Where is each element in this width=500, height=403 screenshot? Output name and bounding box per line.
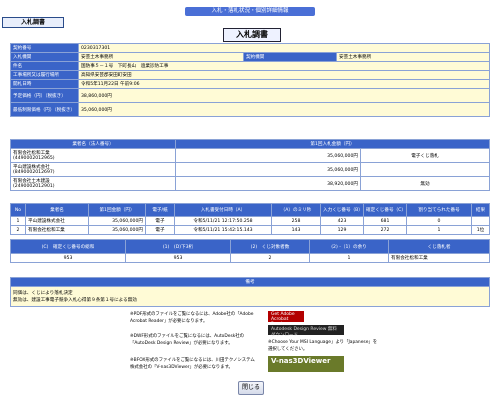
autodesk-download-link[interactable]: Autodesk Design Review 無料ダウンロード [268,325,344,338]
bidder-id: (2490002012901) [13,184,55,189]
lottery-header: 入力くじ番号（B） [320,203,364,217]
remarks-table: 備考 同価は、くじにより落札決定 無効は、建設工事電子競争入札心得第９条第１号に… [10,277,490,307]
info-value: 38,860,000円 [78,88,490,103]
lottery-no: 1 [10,216,26,226]
calculation-table: (C) 確定くじ番号の総和 (1) (D)下3桁 (2) くじ対象者数 (2) … [10,239,490,263]
bid-header: 業者名（法人番号） [10,139,176,149]
calc-value: 953 [125,253,231,263]
table-row: 2 有限会社松和工業 35,060,000円 電子 令和5/11/21 15:4… [10,225,490,235]
calc-header: くじ落札者 [388,239,490,254]
vnas-download-link[interactable]: V-nas3DViewer [268,356,344,372]
lottery-header: 割り当てられた番号 [406,203,472,217]
lottery-header: （A）のミリ秒 [271,203,321,217]
lottery-header: 第1回金額（円） [88,203,146,217]
dwf-note: ※DWF形式のファイルをご覧になるには、AutoDesk社の「AutoDesk … [130,334,245,346]
bid-amount: 35,060,000円 [175,162,361,177]
lottery-fixed: 681 [363,216,407,226]
calc-value: 有限会社松和工業 [388,253,490,263]
lottery-time: 令和5/11/21 12:17:50.258 [174,216,272,226]
lottery-result [471,216,490,226]
lottery-header: No [10,203,26,217]
calc-header: (2) くじ対象者数 [230,239,310,254]
lottery-header: 電子/紙 [145,203,175,217]
info-label: 開札日時 [10,79,79,89]
info-value: 0230317301 [78,43,490,53]
info-label: 契約番号 [10,43,79,53]
lottery-ms: 143 [271,225,321,235]
lottery-header: 結果 [471,203,490,217]
bfox-note: ※BFOX形式のファイルをご覧になるには、川田テクノシステム株式会社の「V-na… [130,358,255,370]
lottery-table: No 業者名 第1回金額（円） 電子/紙 入札書受付日時（A） （A）のミリ秒 … [10,203,490,235]
lottery-type: 電子 [145,216,175,226]
page-banner: 入札・落札状況・個別詳細情報 [185,7,315,16]
lottery-assigned: 1 [406,225,472,235]
bid-note: 無効 [360,176,490,191]
lottery-input: 423 [320,216,364,226]
table-row: 平山建設株式会社 (8490002012697) [10,162,176,177]
bid-amount: 38,920,000円 [175,176,361,191]
calc-header: (C) 確定くじ番号の総和 [10,239,126,254]
bidder-id: (4490002012965) [13,156,55,161]
remark-line: 無効は、建設工事電子競争入札心得第９条第１号による無効 [13,297,137,303]
info-label: 件名 [10,61,79,71]
remark-line: 同価は、くじにより落札決定 [13,290,73,296]
calc-header: (2) -（1）の余り [309,239,389,254]
lottery-type: 電子 [145,225,175,235]
page-title: 入札調書 [223,28,281,42]
section-tag: 入札調書 [2,17,64,28]
lottery-fixed: 272 [363,225,407,235]
bidder-id: (8490002012697) [13,170,55,175]
contract-info-table: 契約番号 0230317301 入札機関 安芸土木事務所 契約機関 安芸土木事務… [10,43,490,117]
lottery-header: 業者名 [25,203,89,217]
calc-value: 2 [230,253,310,263]
close-button[interactable]: 閉じる [238,381,264,395]
bid-note [360,162,490,177]
info-value: 安芸土木事務所 [78,52,244,62]
lottery-input: 129 [320,225,364,235]
calc-value: 953 [10,253,126,263]
msi-note: ※Choose Your MSI Language」より「Japanese」を選… [268,340,378,352]
bid-table: 業者名（法人番号） 第1回入札金額（円） 有限会社松和工業 (4490002012… [10,139,490,191]
remarks-content: 同価は、くじにより落札決定 無効は、建設工事電子競争入札心得第９条第１号による無… [10,286,490,307]
lottery-time: 令和5/11/21 15:42:15.143 [174,225,272,235]
info-label: 予定価格（円）（税抜き） [10,88,79,103]
calc-header: (1) (D)下3桁 [125,239,231,254]
lottery-ms: 258 [271,216,321,226]
bid-amount: 35,060,000円 [175,148,361,163]
bid-note: 電子くじ落札 [360,148,490,163]
lottery-assigned: 0 [406,216,472,226]
info-value: 高知県安芸郡安田町安田 [78,70,490,80]
table-row: 有限会社土木建設 (2490002012901) [10,176,176,191]
pdf-note: ※PDF形式のファイルをご覧になるには、Adobe社の「Adobe Acroba… [130,312,254,324]
lottery-amount: 35,060,000円 [88,216,146,226]
info-value: 安芸土木事務所 [336,52,490,62]
lottery-no: 2 [10,225,26,235]
info-label: 工事場所又は履行場所 [10,70,79,80]
lottery-amount: 35,060,000円 [88,225,146,235]
table-row: 有限会社松和工業 (4490002012965) [10,148,176,163]
lottery-name: 平山建設株式会社 [25,216,89,226]
info-label: 最低制限価格（円）（税抜き） [10,102,79,117]
info-value: 国防事５－１号 下町長山 過業診防工事 [78,61,490,71]
info-value: 令和5年11月22日 午前9:06 [78,79,490,89]
lottery-name: 有限会社松和工業 [25,225,89,235]
calc-value: 1 [309,253,389,263]
info-value: 35,060,000円 [78,102,490,117]
info-label: 契約機関 [243,52,337,62]
lottery-result: 1位 [471,225,490,235]
remarks-header: 備考 [10,277,490,287]
lottery-header: 確定くじ番号（C） [363,203,407,217]
bid-header: 第1回入札金額（円） [175,139,490,149]
table-row: 1 平山建設株式会社 35,060,000円 電子 令和5/11/21 12:1… [10,216,490,226]
acrobat-download-link[interactable]: Get Adobe Acrobat Reader [268,311,304,327]
lottery-header: 入札書受付日時（A） [174,203,272,217]
info-label: 入札機関 [10,52,79,62]
